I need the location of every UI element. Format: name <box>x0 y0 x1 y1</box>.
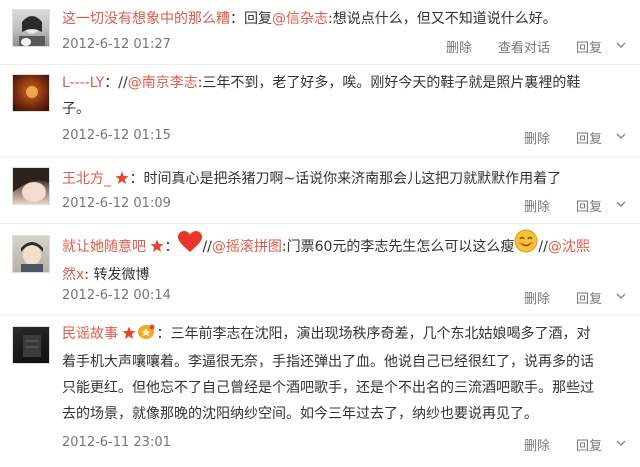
comment-item: L----LY：//@南京李志:三年不到，老了好多，唉。刚好今天的鞋子就是照片裏… <box>0 66 640 157</box>
comment-text-part: 去的场景，就像那晚的沈阳纳纱空间。如今三年过去了，纳纱也要说再见了。 <box>62 406 538 422</box>
username[interactable]: L----LY <box>62 75 104 91</box>
comment-text-part: : 转发微博 <box>84 267 150 283</box>
mention-link[interactable]: @南京李志 <box>128 75 198 91</box>
comment-text: 王北方_ ：时间真心是把杀猪刀啊~话说你来济南那会儿这把刀就默默作用着了 <box>62 166 626 194</box>
view-conversation-link[interactable]: 查看对话 <box>498 37 550 56</box>
vip-badge-icon[interactable] <box>136 323 156 349</box>
username[interactable]: 这一切没有想象中的那么糟 <box>62 11 230 27</box>
comment-meta: 2012-6-12 00:14 删除 回复 <box>62 288 626 308</box>
reply-link[interactable]: 回复 <box>576 435 602 454</box>
star-badge-icon[interactable] <box>122 323 136 349</box>
delete-link[interactable]: 删除 <box>524 196 550 215</box>
comment-item: 就让她随意吧 ：//@摇滚拼图:门票60元的李志先生怎么可以这么瘦//@沈熙 然… <box>0 225 640 316</box>
smile-emoji-icon <box>514 229 538 262</box>
comment-text-part: ：时间真心是把杀猪刀啊~话说你来济南那会儿这把刀就默默作用着了 <box>129 171 562 187</box>
comment-text-part: 只能更红。但他忘不了自己曾经是个酒吧歌手，还是个不出名的三流酒吧歌手。那些过 <box>62 380 594 396</box>
comment-text: 这一切没有想象中的那么糟：回复@信杂志:想说点什么，但又不知道说什么好。 <box>62 6 626 32</box>
timestamp: 2012-6-12 01:09 <box>62 196 171 211</box>
comment-text-part: ：回复 <box>230 11 272 27</box>
timestamp: 2012-6-12 00:14 <box>62 288 171 303</box>
timestamp: 2012-6-12 01:15 <box>62 128 171 143</box>
chevron-down-icon[interactable] <box>616 438 626 448</box>
comment-text: 民谣故事 ：三年前李志在沈阳，演出现场秩序奇差，几个东北姑娘喝多了酒，对 着手机… <box>62 321 626 427</box>
mention-link[interactable]: @沈熙 <box>548 239 590 255</box>
delete-link[interactable]: 删除 <box>524 435 550 454</box>
comment-text: 就让她随意吧 ：//@摇滚拼图:门票60元的李志先生怎么可以这么瘦//@沈熙 然… <box>62 229 626 288</box>
comment-text-part: ：// <box>104 75 128 91</box>
delete-link[interactable]: 删除 <box>446 37 472 56</box>
star-badge-icon[interactable] <box>115 168 129 194</box>
comment-text-part: :三年不到，老了好多，唉。刚好今天的鞋子就是照片裏裡的鞋 <box>197 75 581 91</box>
delete-link[interactable]: 删除 <box>524 128 550 147</box>
reply-link[interactable]: 回复 <box>576 128 602 147</box>
avatar[interactable] <box>12 235 50 273</box>
comment-meta: 2012-6-12 01:09 删除 回复 <box>62 196 626 216</box>
comment-meta: 2012-6-12 01:15 删除 回复 <box>62 128 626 148</box>
reply-link[interactable]: 回复 <box>576 37 602 56</box>
delete-link[interactable]: 删除 <box>524 288 550 307</box>
comment-text-part: // <box>538 239 548 255</box>
comment-meta: 2012-6-12 01:27 删除 查看对话 回复 <box>62 37 626 57</box>
comment-text-part: ： <box>164 239 179 255</box>
username[interactable]: 民谣故事 <box>62 326 118 342</box>
comment-item: 这一切没有想象中的那么糟：回复@信杂志:想说点什么，但又不知道说什么好。 201… <box>0 0 640 65</box>
mention-link[interactable]: @信杂志 <box>272 11 328 27</box>
timestamp: 2012-6-11 23:01 <box>62 435 171 450</box>
comment-text-part: :想说点什么，但又不知道说什么好。 <box>328 11 557 27</box>
avatar[interactable] <box>12 9 50 47</box>
comment-text-part: ：三年前李志在沈阳，演出现场秩序奇差，几个东北姑娘喝多了酒，对 <box>156 326 591 342</box>
comment-item: 民谣故事 ：三年前李志在沈阳，演出现场秩序奇差，几个东北姑娘喝多了酒，对 着手机… <box>0 317 640 467</box>
chevron-down-icon[interactable] <box>616 291 626 301</box>
comment-text-part: :门票60元的李志先生怎么可以这么瘦 <box>281 239 515 255</box>
heart-emoji-icon <box>178 231 203 262</box>
avatar[interactable] <box>12 167 50 205</box>
star-badge-icon[interactable] <box>150 236 164 262</box>
comment-text-part: 着手机大声嚷嚷着。李逼很无奈，手指还弹出了血。他说自己已经很红了，说再多的话 <box>62 354 594 370</box>
timestamp: 2012-6-12 01:27 <box>62 37 171 52</box>
mention-link[interactable]: 然x <box>62 267 84 283</box>
comment-meta: 2012-6-11 23:01 删除 回复 <box>62 435 626 455</box>
comment-item: 王北方_ ：时间真心是把杀猪刀啊~话说你来济南那会儿这把刀就默默作用着了 201… <box>0 158 640 224</box>
comment-text: L----LY：//@南京李志:三年不到，老了好多，唉。刚好今天的鞋子就是照片裏… <box>62 70 626 122</box>
avatar[interactable] <box>12 74 50 112</box>
avatar[interactable] <box>12 326 50 364</box>
chevron-down-icon[interactable] <box>616 40 626 50</box>
reply-link[interactable]: 回复 <box>576 196 602 215</box>
chevron-down-icon[interactable] <box>616 199 626 209</box>
username[interactable]: 王北方_ <box>62 171 111 187</box>
mention-link[interactable]: @摇滚拼图 <box>212 239 282 255</box>
chevron-down-icon[interactable] <box>616 131 626 141</box>
reply-link[interactable]: 回复 <box>576 288 602 307</box>
comment-text-part: 子。 <box>62 101 90 117</box>
comment-text-part: // <box>202 239 212 255</box>
username[interactable]: 就让她随意吧 <box>62 239 146 255</box>
